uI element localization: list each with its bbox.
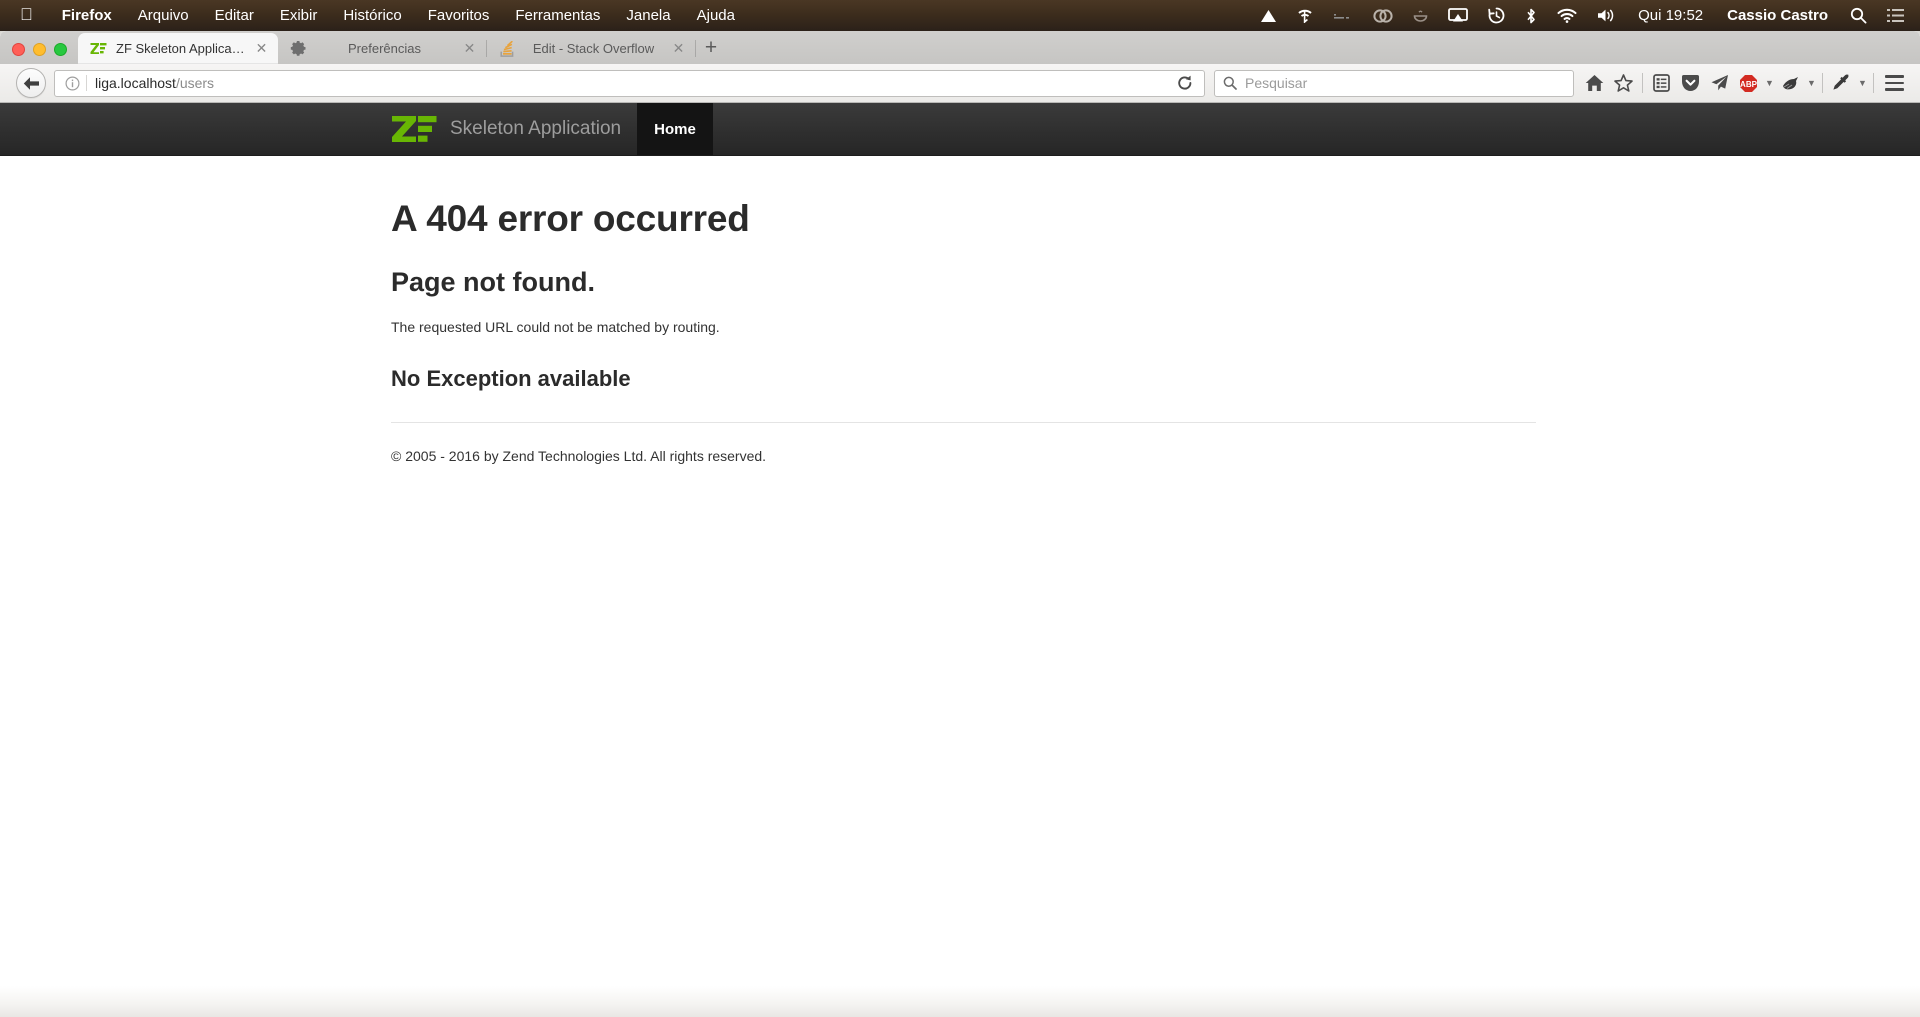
site-header: Skeleton Application Home	[0, 103, 1920, 156]
zend-framework-logo	[391, 114, 437, 144]
exception-heading: No Exception available	[391, 366, 631, 391]
gear-icon	[290, 40, 307, 57]
menu-item-ajuda[interactable]: Ajuda	[684, 7, 748, 24]
adblock-plus-icon[interactable]: ABP	[1734, 68, 1763, 98]
creative-cloud-icon[interactable]	[1363, 0, 1403, 31]
menu-item-ferramentas[interactable]: Ferramentas	[502, 7, 613, 24]
nav-item-home[interactable]: Home	[637, 103, 713, 155]
tab-title: Edit - Stack Overflow	[532, 41, 655, 56]
back-arrow-icon[interactable]	[16, 68, 46, 98]
toolbar-separator	[1642, 73, 1643, 93]
menu-bar-username[interactable]: Cassio Castro	[1715, 7, 1840, 24]
telegram-send-icon[interactable]	[1705, 68, 1734, 98]
url-path: /users	[175, 75, 215, 91]
navigation-toolbar: liga.localhost/users Pesquisar ABP ▼ ▼ ▼	[0, 64, 1920, 103]
reading-list-icon[interactable]	[1647, 68, 1676, 98]
zf-favicon	[90, 40, 107, 57]
eyedropper-icon[interactable]	[1827, 68, 1856, 98]
window-traffic-lights	[0, 43, 78, 64]
menu-bar-clock[interactable]: Qui 19:52	[1626, 7, 1715, 24]
tab-title: ZF Skeleton Application	[116, 41, 245, 56]
svg-text:ABP: ABP	[1740, 80, 1758, 89]
chevron-down-icon[interactable]: ▼	[1856, 68, 1869, 98]
chevron-down-icon[interactable]: ▼	[1805, 68, 1818, 98]
menu-item-favoritos[interactable]: Favoritos	[415, 7, 503, 24]
menu-item-arquivo[interactable]: Arquivo	[125, 7, 202, 24]
error-subheading: Page not found.	[391, 267, 595, 297]
menu-item-exibir[interactable]: Exibir	[267, 7, 331, 24]
keyboard-icon[interactable]	[1323, 0, 1363, 31]
url-bar[interactable]: liga.localhost/users	[54, 69, 1205, 97]
volume-icon[interactable]	[1587, 0, 1626, 31]
toolbar-icons: ABP ▼ ▼ ▼	[1580, 68, 1910, 98]
tab-edit-stack-overflow[interactable]: Edit - Stack Overflow ✕	[487, 33, 695, 64]
search-bar[interactable]: Pesquisar	[1214, 69, 1574, 97]
tab-title: Preferências	[348, 41, 421, 56]
toolbar-separator	[1822, 73, 1823, 93]
zoom-button[interactable]	[54, 43, 67, 56]
notification-center-icon[interactable]	[1877, 0, 1920, 31]
footer-copyright: © 2005 - 2016 by Zend Technologies Ltd. …	[391, 448, 767, 464]
info-icon[interactable]	[61, 75, 83, 91]
wifi-signal-icon[interactable]	[1287, 0, 1323, 31]
tab-close-icon[interactable]: ✕	[671, 41, 686, 56]
error-heading: A 404 error occurred	[391, 198, 750, 239]
tab-zf-skeleton-application[interactable]: ZF Skeleton Application ✕	[78, 33, 278, 64]
site-brand-name: Skeleton Application	[450, 118, 622, 139]
search-icon	[1223, 76, 1237, 90]
time-machine-icon[interactable]	[1478, 0, 1515, 31]
site-brand[interactable]: Skeleton Application	[391, 103, 621, 155]
tomato-timer-icon[interactable]	[1403, 0, 1438, 31]
pocket-icon[interactable]	[1676, 68, 1705, 98]
triangle-up-icon[interactable]	[1250, 0, 1287, 31]
search-icon[interactable]	[1840, 0, 1877, 31]
stack-overflow-favicon	[499, 40, 516, 57]
menu-item-historico[interactable]: Histórico	[330, 7, 414, 24]
minimize-button[interactable]	[33, 43, 46, 56]
airplay-icon[interactable]	[1438, 0, 1478, 31]
menu-item-janela[interactable]: Janela	[613, 7, 683, 24]
tab-close-icon[interactable]: ✕	[462, 41, 477, 56]
desktop-background-strip	[0, 986, 1920, 1017]
apple-icon[interactable]: 	[0, 6, 49, 25]
wifi-icon[interactable]	[1547, 0, 1587, 31]
url-host: liga.localhost	[95, 75, 176, 91]
new-tab-button[interactable]: +	[696, 33, 726, 63]
hamburger-menu-icon[interactable]	[1878, 68, 1910, 98]
menu-item-editar[interactable]: Editar	[202, 7, 267, 24]
menu-bar-status-area: Qui 19:52 Cassio Castro	[1250, 0, 1920, 31]
tab-preferencias[interactable]: Preferências ✕	[278, 33, 486, 64]
extension-icon[interactable]	[1776, 68, 1805, 98]
home-icon[interactable]	[1580, 68, 1609, 98]
url-text: liga.localhost/users	[95, 75, 1172, 91]
chevron-down-icon[interactable]: ▼	[1763, 68, 1776, 98]
search-input[interactable]: Pesquisar	[1245, 75, 1307, 91]
main-content: A 404 error occurred Page not found. The…	[0, 198, 1920, 464]
macos-menu-bar:  Firefox Arquivo Editar Exibir Históric…	[0, 0, 1920, 31]
bookmark-star-icon[interactable]	[1609, 68, 1638, 98]
firefox-window: ZF Skeleton Application ✕ Preferências ✕	[0, 31, 1920, 986]
url-bar-separator	[86, 75, 87, 91]
tab-strip: ZF Skeleton Application ✕ Preferências ✕	[0, 31, 1920, 64]
page-content: Skeleton Application Home A 404 error oc…	[0, 103, 1920, 980]
close-button[interactable]	[12, 43, 25, 56]
bluetooth-icon[interactable]	[1515, 0, 1547, 31]
tab-close-icon[interactable]: ✕	[254, 41, 269, 56]
reload-icon[interactable]	[1172, 75, 1198, 91]
error-message: The requested URL could not be matched b…	[391, 319, 720, 335]
menu-item-firefox[interactable]: Firefox	[49, 7, 125, 24]
toolbar-separator	[1873, 73, 1874, 93]
footer-divider	[391, 422, 1536, 423]
